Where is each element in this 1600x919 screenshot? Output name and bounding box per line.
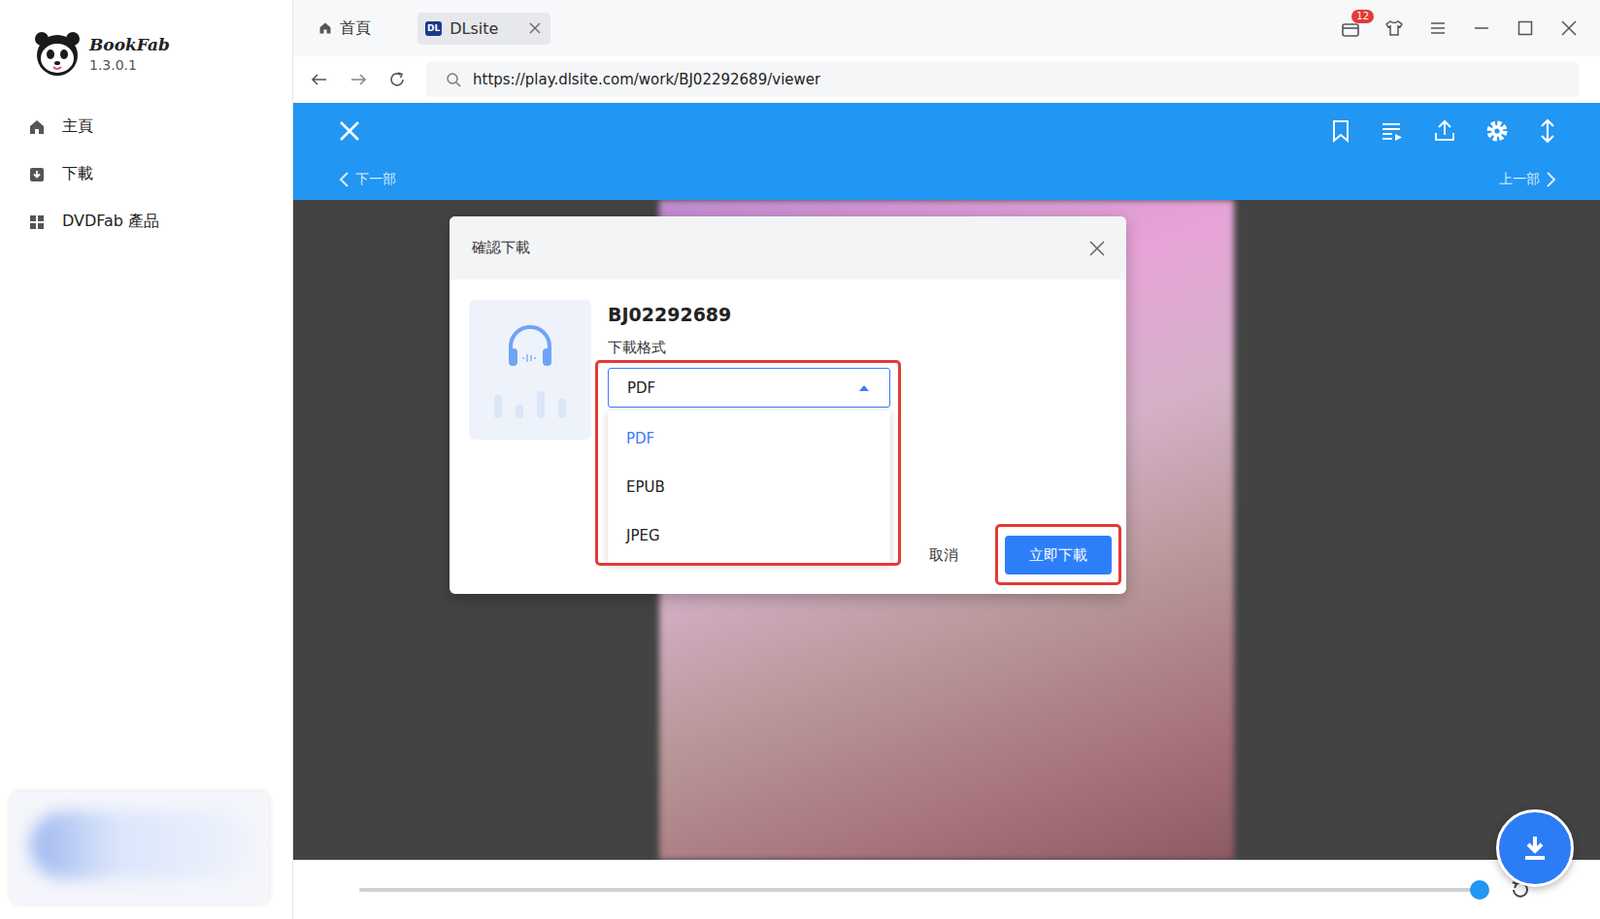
confirm-download-dialog: 確認下載BJ02292689下載格式PDFPDFEPUBJPEG取消立即下載: [449, 216, 1127, 595]
caret-icon: [858, 384, 870, 393]
forward-icon[interactable]: [348, 69, 368, 90]
toc-icon[interactable]: [1380, 119, 1404, 143]
close-window-button[interactable]: [1553, 12, 1585, 44]
back-icon[interactable]: [309, 69, 330, 90]
dialog-header: 確認下載: [449, 216, 1127, 280]
format-dropdown: PDFEPUBJPEG: [607, 410, 891, 565]
format-option[interactable]: JPEG: [607, 511, 891, 561]
chevron-left-icon: [337, 170, 350, 189]
close-tab-icon[interactable]: [505, 22, 541, 34]
gear-icon[interactable]: [1485, 119, 1509, 143]
tab[interactable]: 首頁: [310, 11, 383, 46]
maximize-icon: [1516, 19, 1534, 37]
dialog-title: 確認下載: [471, 238, 531, 258]
tab[interactable]: DLDLsite: [417, 12, 551, 45]
menu-button[interactable]: [1422, 12, 1454, 44]
download-icon: [1520, 833, 1550, 864]
sidebar-item[interactable]: 下載: [0, 150, 293, 199]
search-icon: [445, 71, 462, 88]
bookfab-window: BookFab1.3.0.1主頁下載DVDFab 產品首頁DLDLsite12h…: [0, 0, 1600, 919]
scroll-mode-icon[interactable]: [1537, 118, 1558, 144]
dlsite-logo-icon: DL: [425, 21, 442, 36]
dialog-button[interactable]: 立即下載: [1004, 535, 1112, 575]
home-icon: [28, 118, 46, 136]
skin-button[interactable]: [1378, 12, 1410, 44]
notification-badge: 12: [1351, 9, 1374, 24]
panda-logo-icon: [33, 29, 82, 78]
menu-icon: [1429, 19, 1447, 37]
notification-button[interactable]: 12: [1334, 12, 1367, 44]
minimize-icon: [1472, 19, 1491, 37]
bookmark-icon[interactable]: [1330, 119, 1352, 143]
close-icon: [1560, 19, 1578, 37]
close-viewer-icon[interactable]: [337, 119, 362, 143]
chevron-right-icon: [1545, 170, 1558, 189]
tab-bar: 首頁 DLDLsite 12: [293, 0, 1600, 57]
app-name: BookFab: [89, 34, 170, 55]
sidebar-nav: 主頁下載DVDFab 產品: [0, 77, 293, 246]
maximize-button[interactable]: [1509, 12, 1541, 44]
next-work-link[interactable]: 上一部: [1499, 170, 1558, 189]
download-icon: [28, 166, 46, 184]
progress-track[interactable]: [359, 888, 1480, 893]
logo: BookFab 1.3.0.1: [0, 0, 293, 78]
format-label: 下載格式: [607, 338, 891, 357]
item-title: BJ02292689: [607, 303, 891, 326]
grid-icon: [28, 213, 46, 232]
home-icon: [318, 21, 333, 35]
progress-knob[interactable]: [1469, 880, 1490, 900]
shirt-icon: [1384, 18, 1404, 38]
sidebar: BookFab 1.3.0.1 主頁下載DVDFab 產品: [0, 0, 294, 919]
sidebar-item[interactable]: DVDFab 產品: [0, 198, 293, 246]
previous-work-link[interactable]: 下一部: [337, 170, 397, 189]
sidebar-item[interactable]: 主頁: [0, 102, 293, 151]
dialog-button[interactable]: 取消: [902, 535, 985, 575]
format-select[interactable]: PDF: [607, 367, 891, 408]
share-icon[interactable]: [1433, 119, 1457, 143]
refresh-icon[interactable]: [387, 69, 407, 90]
download-fab[interactable]: [1496, 809, 1574, 888]
minimize-button[interactable]: [1466, 12, 1498, 44]
address-bar: https://play.dlsite.com/work/BJ02292689/…: [293, 56, 1600, 103]
progress-bar: [293, 860, 1600, 919]
format-option[interactable]: PDF: [607, 414, 891, 464]
account-card: [10, 792, 269, 904]
viewer-header: 下一部 上一部: [293, 102, 1600, 200]
progress-fill: [359, 888, 1480, 893]
format-option[interactable]: EPUB: [607, 463, 891, 512]
highlight-box: [995, 524, 1122, 586]
audio-thumbnail: [468, 300, 592, 440]
headphones-icon: [504, 321, 556, 370]
url-field[interactable]: https://play.dlsite.com/work/BJ02292689/…: [426, 62, 1579, 98]
app-version: 1.3.0.1: [89, 57, 170, 73]
close-dialog-icon[interactable]: [1089, 240, 1105, 257]
